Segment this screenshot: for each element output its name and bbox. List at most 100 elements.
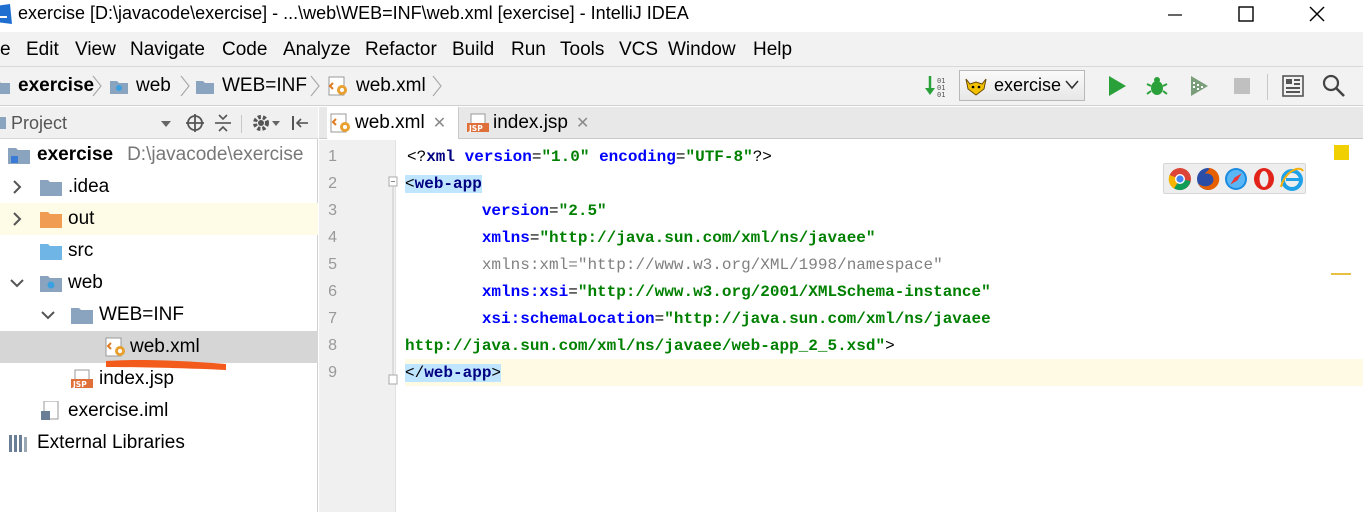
- tree-item-exercise-iml[interactable]: exercise.iml: [0, 395, 318, 427]
- run-config-select[interactable]: exercise: [959, 70, 1085, 101]
- debug-icon[interactable]: [1145, 74, 1169, 98]
- analysis-status-icon[interactable]: [1334, 145, 1349, 160]
- breadcrumb-exercise[interactable]: exercise: [0, 75, 94, 97]
- line-number: 1: [328, 148, 337, 165]
- breadcrumb-label: web: [136, 75, 171, 96]
- chevron-right-icon: [92, 75, 102, 97]
- minimize-button[interactable]: [1152, 0, 1198, 28]
- tree-item-idea[interactable]: .idea: [0, 171, 318, 203]
- menu-code[interactable]: Code: [222, 39, 267, 61]
- folder-icon: [71, 308, 93, 324]
- close-icon[interactable]: ✕: [433, 113, 446, 133]
- menu-analyze[interactable]: Analyze: [283, 39, 351, 61]
- svg-text:JSP: JSP: [72, 380, 87, 389]
- excluded-folder-icon: [40, 212, 62, 228]
- breadcrumb-label: web.xml: [356, 75, 426, 96]
- search-icon[interactable]: [1322, 74, 1346, 98]
- menu-tools[interactable]: Tools: [560, 39, 604, 61]
- crosshair-icon[interactable]: [185, 113, 205, 133]
- coverage-icon[interactable]: [1187, 74, 1211, 98]
- stop-icon[interactable]: [1230, 74, 1254, 98]
- tree-item-src[interactable]: src: [0, 235, 318, 267]
- breadcrumb-label: exercise: [18, 75, 95, 96]
- attr-name: encoding: [599, 148, 676, 166]
- chevron-right-icon[interactable]: [10, 180, 24, 194]
- chrome-icon[interactable]: [1168, 167, 1192, 191]
- line-number-gutter: 1 2 3 4 5 6 7 8 9: [319, 140, 396, 512]
- attr-name: version: [464, 148, 532, 166]
- menu-vcs[interactable]: VCS: [619, 39, 658, 61]
- menu-file[interactable]: e: [0, 39, 11, 61]
- firefox-icon[interactable]: [1196, 167, 1220, 191]
- project-panel-title[interactable]: Project: [11, 113, 67, 134]
- menu-build[interactable]: Build: [452, 39, 494, 61]
- tree-item-web-inf[interactable]: WEB=INF: [0, 299, 318, 331]
- menu-refactor[interactable]: Refactor: [365, 39, 437, 61]
- tree-item-external-libraries[interactable]: External Libraries: [0, 427, 318, 459]
- sort-binary-icon[interactable]: 01 01 01: [925, 74, 949, 98]
- fold-marker-icon[interactable]: [386, 175, 400, 390]
- title-bar: exercise [D:\javacode\exercise] - ...\we…: [0, 0, 1363, 30]
- line-number: 7: [328, 310, 337, 327]
- tab-label: web.xml: [355, 112, 425, 133]
- maximize-button[interactable]: [1223, 0, 1269, 28]
- chevron-down-icon[interactable]: [271, 113, 281, 133]
- tab-web-xml[interactable]: web.xml ✕: [327, 107, 460, 139]
- hide-panel-icon[interactable]: [290, 113, 310, 133]
- close-button[interactable]: [1294, 0, 1340, 28]
- menu-view[interactable]: View: [75, 39, 116, 61]
- web-folder-icon: [110, 80, 128, 94]
- header-separator: [241, 115, 242, 133]
- tree-label: exercise.iml: [68, 400, 169, 421]
- tab-index-jsp[interactable]: JSP index.jsp ✕: [467, 107, 601, 139]
- line-number: 2: [328, 175, 337, 192]
- tree-item-web[interactable]: web: [0, 267, 318, 299]
- code-line-3: version="2.5": [405, 198, 607, 225]
- breadcrumb-web-xml[interactable]: web.xml: [328, 75, 426, 97]
- gear-icon[interactable]: [251, 113, 271, 133]
- chevron-right-icon[interactable]: [10, 212, 24, 226]
- project-structure-icon[interactable]: [1281, 74, 1305, 98]
- tag-open: <: [405, 175, 415, 193]
- run-icon[interactable]: [1105, 74, 1129, 98]
- breadcrumb-web-inf[interactable]: WEB=INF: [196, 75, 307, 97]
- code-line-5: xmlns:xml="http://www.w3.org/XML/1998/na…: [405, 252, 943, 279]
- attr-eq: =: [529, 229, 540, 247]
- tag-open: </: [405, 364, 425, 382]
- ie-icon[interactable]: [1280, 167, 1304, 191]
- chevron-down-icon[interactable]: [160, 113, 172, 133]
- menu-help[interactable]: Help: [753, 39, 792, 61]
- module-folder-icon: [8, 148, 30, 164]
- jsp-file-icon: JSP: [71, 369, 93, 389]
- code-line-7: xsi:schemaLocation="http://java.sun.com/…: [405, 306, 991, 333]
- web-folder-icon: [40, 276, 62, 292]
- line-number: 8: [328, 337, 337, 354]
- tag-close: >: [491, 364, 502, 382]
- safari-icon[interactable]: [1224, 167, 1248, 191]
- window-title: exercise [D:\javacode\exercise] - ...\we…: [18, 3, 689, 23]
- menu-edit[interactable]: Edit: [26, 39, 59, 61]
- folder-icon: [40, 180, 62, 196]
- svg-text:JSP: JSP: [468, 124, 483, 133]
- attr-eq: =: [531, 148, 542, 166]
- attr-name: version: [481, 202, 550, 220]
- menu-run[interactable]: Run: [511, 39, 546, 61]
- error-stripe-mark[interactable]: [1331, 273, 1351, 275]
- close-icon[interactable]: ✕: [576, 113, 589, 133]
- navigation-bar: exercise web WEB=INF web.xml 01 01 01 ex…: [0, 66, 1363, 106]
- menu-navigate[interactable]: Navigate: [130, 39, 205, 61]
- tree-item-out[interactable]: out: [0, 203, 318, 235]
- code-line-4: xmlns="http://java.sun.com/xml/ns/javaee…: [405, 225, 876, 252]
- collapse-all-icon[interactable]: [213, 113, 233, 133]
- breadcrumb-web[interactable]: web: [110, 75, 171, 97]
- chevron-down-icon[interactable]: [41, 308, 55, 322]
- tree-item-exercise[interactable]: exercise D:\javacode\exercise: [0, 139, 318, 171]
- menu-window[interactable]: Window: [668, 39, 736, 61]
- tree-label: out: [68, 208, 95, 229]
- opera-icon[interactable]: [1252, 167, 1276, 191]
- run-config-label: exercise: [994, 75, 1062, 95]
- chevron-down-icon[interactable]: [10, 276, 24, 290]
- svg-text:01: 01: [937, 91, 945, 98]
- code-editor[interactable]: 1 2 3 4 5 6 7 8 9 <?xml version="1.0" en…: [319, 140, 1363, 512]
- attr-value: "2.5": [558, 202, 607, 220]
